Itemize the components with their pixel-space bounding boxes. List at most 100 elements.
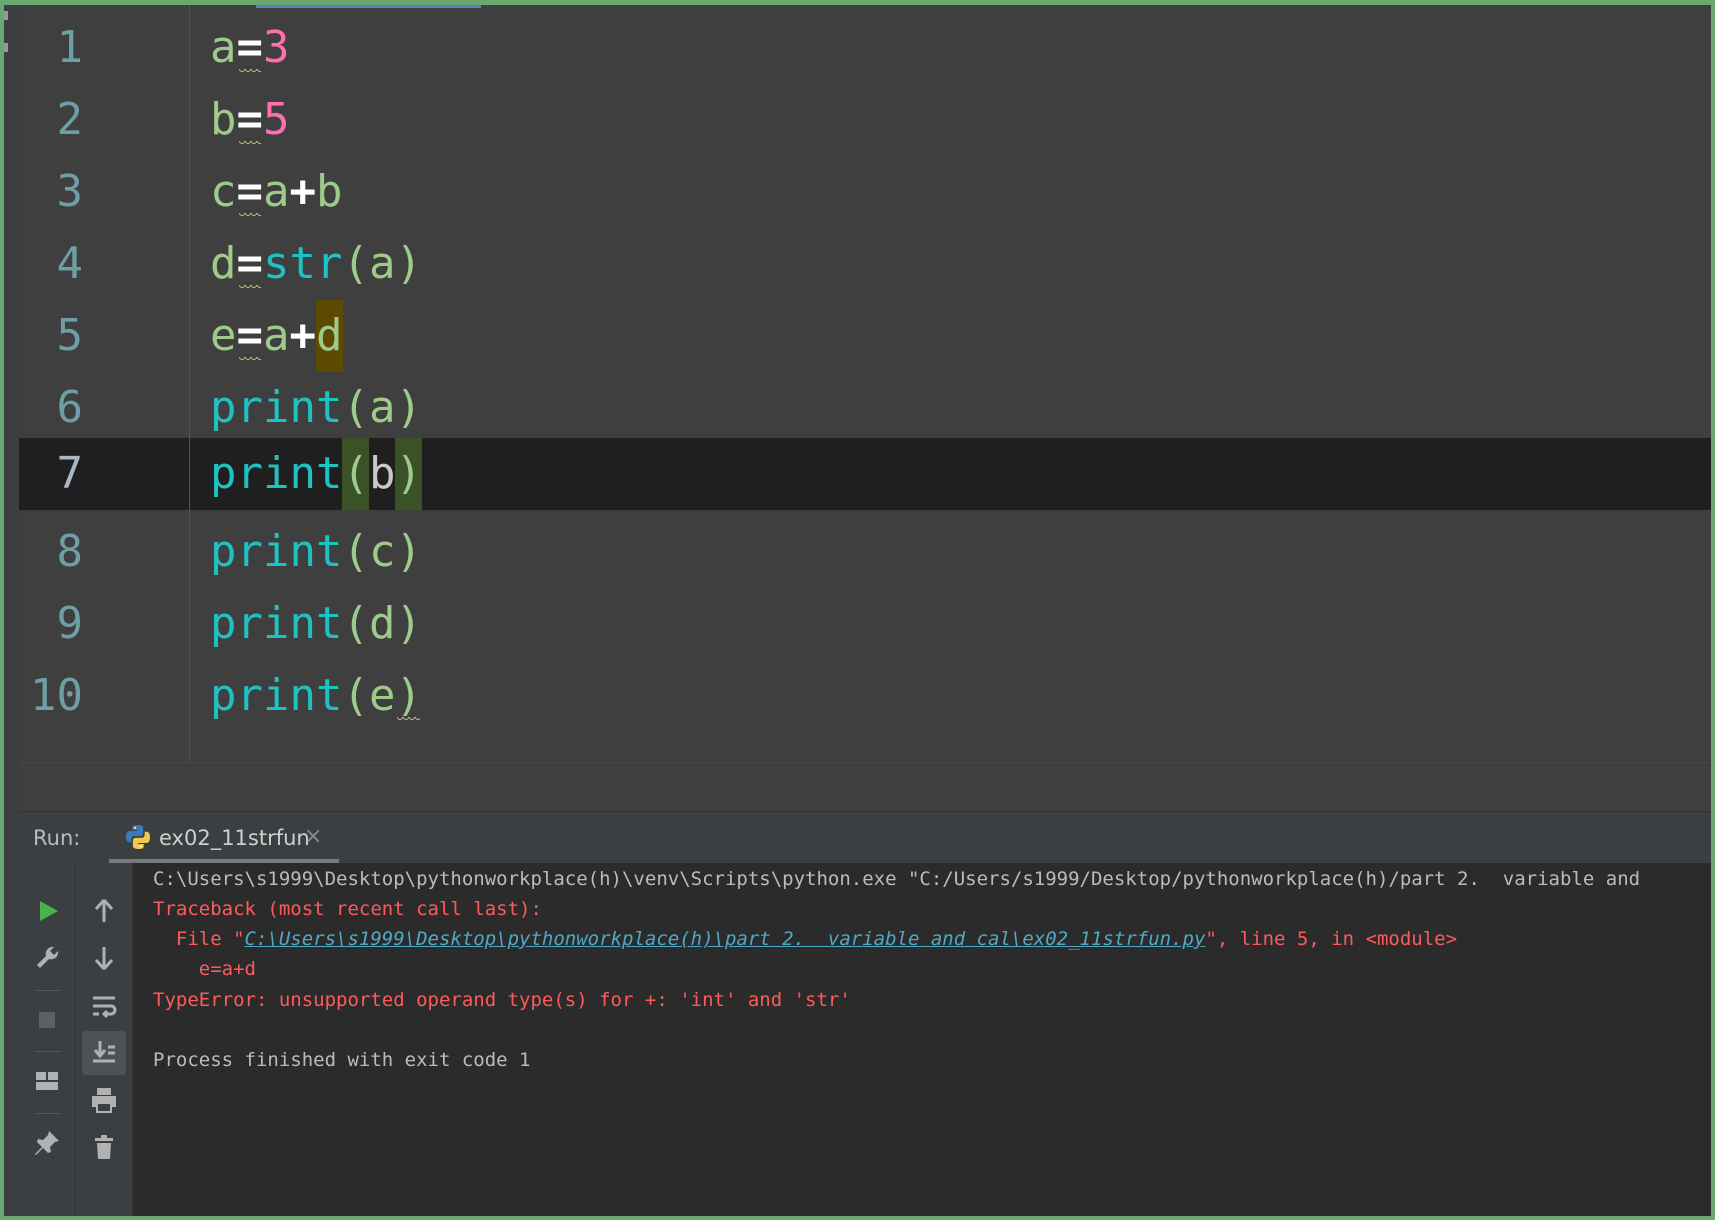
identifier: b [368,448,396,499]
console-command-line: C:\Users\s1999\Desktop\pythonworkplace(h… [153,868,1641,890]
file-prefix: File " [153,928,245,950]
matched-paren: ( [342,438,369,510]
identifier: e [368,670,396,721]
traceback-file-line: File "C:\Users\s1999\Desktop\pythonworkp… [153,923,1457,956]
paren: ) [395,238,422,289]
close-icon[interactable]: × [304,812,322,863]
code-line[interactable]: print(d) [210,588,422,660]
code-line[interactable]: d=str(a) [210,228,422,300]
identifier: d [368,598,396,649]
console-output[interactable]: C:\Users\s1999\Desktop\pythonworkplace(h… [133,863,1711,1216]
layout-icon[interactable] [25,1059,69,1103]
code-editor[interactable]: 1 2 3 4 5 6 7 8 9 10 a=3 b=5 c=a+b d=str… [19,5,1711,812]
identifier: a [263,310,290,361]
line-number: 5 [56,310,84,361]
paren: ( [342,670,369,721]
code-line[interactable]: print(c) [210,516,422,588]
paren: ( [342,382,369,433]
wrench-icon[interactable] [25,936,69,980]
toolbar-separator [35,1051,61,1052]
line-number-current: 7 [56,448,84,499]
identifier: b [316,166,343,217]
scroll-to-end-icon[interactable] [82,1031,126,1075]
run-tab-title: ex02_11strfun [159,826,310,850]
paren: ) [395,382,422,433]
code-line[interactable]: b=5 [210,84,290,156]
identifier: e [210,310,237,361]
operator: + [289,310,317,361]
print-icon[interactable] [82,1078,126,1122]
run-toolbar-primary [19,863,76,1216]
code-line[interactable]: print(e) [210,660,422,732]
builtin-function: print [210,670,343,721]
line-number: 9 [56,598,84,649]
editor-bottom-area [19,762,1711,812]
operator: = [237,300,263,372]
paren: ) [395,660,422,732]
warning-highlight: d [316,300,343,372]
operator: = [237,228,263,300]
strip-marker [4,11,8,20]
code-line[interactable]: print(a) [210,372,422,444]
paren: ) [395,598,422,649]
paren: ( [342,598,369,649]
line-number: 2 [56,94,84,145]
arrow-up-icon[interactable] [82,889,126,933]
builtin-function: print [210,382,343,433]
line-number: 8 [56,526,84,577]
python-icon [126,825,150,849]
number-literal: 3 [263,22,290,73]
ide-window: 1 2 3 4 5 6 7 8 9 10 a=3 b=5 c=a+b d=str… [4,5,1711,1216]
identifier: b [210,94,237,145]
editor-tab-indicator [256,5,481,8]
paren: ( [342,238,369,289]
left-tool-strip [4,5,19,1216]
identifier: d [210,238,237,289]
trash-icon[interactable] [82,1125,126,1169]
file-link[interactable]: C:\Users\s1999\Desktop\pythonworkplace(h… [245,928,1206,950]
builtin-function: print [210,448,343,499]
error-message: TypeError: unsupported operand type(s) f… [153,989,851,1011]
builtin-function: print [210,598,343,649]
builtin-function: print [210,526,343,577]
line-number-gutter: 1 2 3 4 5 6 7 8 9 10 [19,5,190,762]
toolbar-separator [35,990,61,991]
strip-marker [4,43,8,52]
identifier: a [368,238,396,289]
line-number: 6 [56,382,84,433]
run-panel-header: Run: ex02_11strfun × [19,811,1711,864]
identifier: a [210,22,237,73]
pin-icon[interactable] [25,1121,69,1165]
code-line[interactable]: c=a+b [210,156,343,228]
exit-message: Process finished with exit code 1 [153,1049,531,1071]
operator: = [237,156,263,228]
stop-icon[interactable] [25,998,69,1042]
identifier: c [368,526,396,577]
number-literal: 5 [263,94,290,145]
line-number: 4 [56,238,84,289]
paren: ) [395,526,422,577]
identifier: c [210,166,237,217]
identifier: a [263,166,290,217]
line-number: 1 [56,22,84,73]
traceback-header: Traceback (most recent call last): [153,898,542,920]
run-icon[interactable] [25,889,69,933]
run-toolbar-secondary [76,863,133,1216]
code-line[interactable]: e=a+d [210,300,343,372]
traceback-code-line: e=a+d [153,958,256,980]
arrow-down-icon[interactable] [82,936,126,980]
run-tab[interactable]: ex02_11strfun × [109,812,339,863]
line-number: 10 [30,670,83,721]
line-number: 3 [56,166,84,217]
run-label: Run: [33,826,81,850]
identifier: a [368,382,396,433]
code-line-current[interactable]: print(b) [210,438,422,510]
operator: = [237,84,263,156]
operator: = [237,12,263,84]
paren: ( [342,526,369,577]
builtin-function: str [263,238,343,289]
code-line[interactable]: a=3 [210,12,290,84]
matched-paren: ) [395,438,422,510]
soft-wrap-icon[interactable] [82,984,126,1028]
toolbar-separator [35,1113,61,1114]
